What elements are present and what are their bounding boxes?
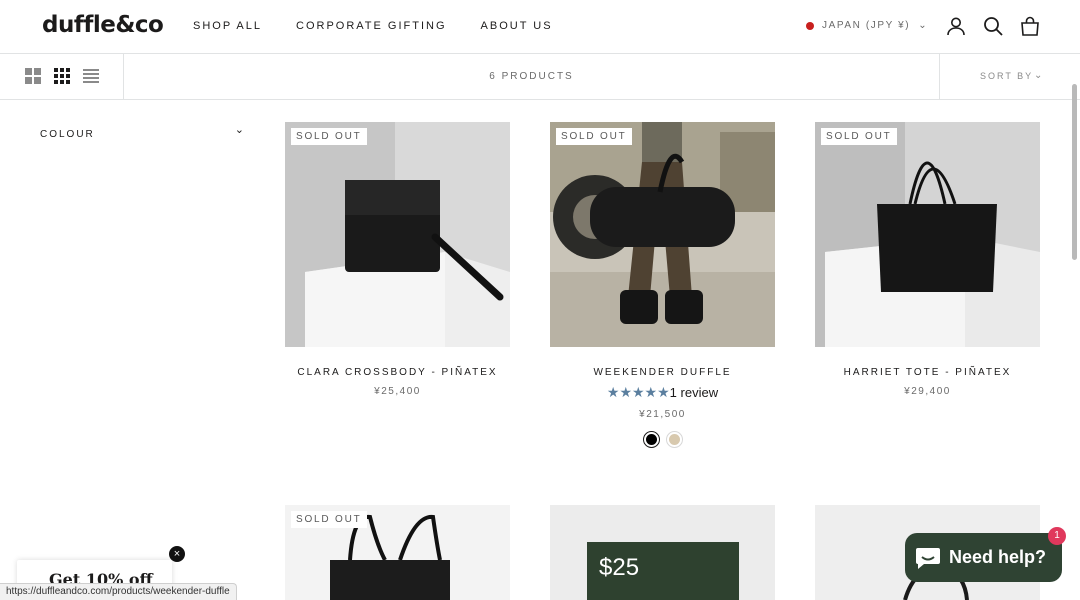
product-name[interactable]: WEEKENDER DUFFLE — [550, 367, 775, 378]
grid-large-icon[interactable] — [25, 68, 41, 84]
sold-out-badge: SOLD OUT — [291, 128, 367, 145]
chevron-down-icon: ⌄ — [1034, 70, 1043, 81]
search-icon[interactable] — [982, 15, 1004, 37]
notification-badge: 1 — [1048, 527, 1066, 545]
product-image[interactable]: $25 — [550, 505, 775, 600]
cart-icon[interactable] — [1019, 15, 1041, 37]
review-count: 1 review — [669, 385, 719, 400]
sort-label: SORT BY — [980, 71, 1034, 81]
star-icons: ★★★★★ — [606, 384, 670, 400]
sort-dropdown[interactable]: SORT BY ⌄ — [939, 54, 1080, 100]
product-image[interactable]: SOLD OUT — [285, 122, 510, 347]
product-name[interactable]: HARRIET TOTE - PIÑATEX — [815, 367, 1040, 378]
product-card[interactable]: SOLD OUT HARRIET TOTE - PIÑATEX ¥29,400 — [815, 122, 1040, 397]
site-logo[interactable]: duffle&co — [42, 12, 164, 38]
chat-help-button[interactable]: Need help? — [905, 533, 1062, 582]
product-card[interactable]: SOLD OUT CLARA CROSSBODY - PIÑATEX ¥25,4… — [285, 122, 510, 397]
status-bar-url: https://duffleandco.com/products/weekend… — [0, 583, 237, 600]
list-icon[interactable] — [83, 68, 99, 84]
product-card[interactable]: SOLD OUT WEEKENDER DUFFLE ★★★★★1 review … — [550, 122, 775, 448]
account-icon[interactable] — [945, 15, 967, 37]
view-switcher — [0, 54, 124, 100]
grid-small-icon[interactable] — [54, 68, 70, 84]
product-price: ¥21,500 — [639, 409, 686, 420]
colour-filter[interactable]: COLOUR ⌄ — [40, 124, 244, 142]
sold-out-badge: SOLD OUT — [821, 128, 897, 145]
gift-card-graphic: $25 — [587, 542, 739, 600]
swatch-sand[interactable] — [665, 431, 683, 448]
nav-shop-all[interactable]: SHOP ALL — [193, 20, 262, 32]
rating-stars[interactable]: ★★★★★1 review — [550, 384, 775, 401]
product-card[interactable]: $25 — [550, 505, 775, 600]
filter-label: COLOUR — [40, 129, 95, 140]
product-price: ¥29,400 — [904, 386, 951, 397]
product-photo — [550, 122, 775, 347]
colour-swatches — [550, 431, 775, 448]
locale-label: JAPAN (JPY ¥) — [822, 20, 911, 31]
close-icon[interactable]: × — [169, 546, 185, 562]
product-photo — [815, 122, 1040, 347]
swatch-fill — [668, 434, 680, 445]
site-header: duffle&co SHOP ALL CORPORATE GIFTING ABO… — [0, 0, 1080, 54]
flag-icon — [806, 21, 814, 30]
help-label: Need help? — [949, 547, 1047, 567]
product-image[interactable]: SOLD OUT — [285, 505, 510, 600]
product-image[interactable]: SOLD OUT — [550, 122, 775, 347]
gift-card-value: $25 — [599, 554, 640, 581]
locale-selector[interactable]: JAPAN (JPY ¥) ⌄ — [806, 20, 927, 31]
swatch-fill — [645, 434, 657, 445]
nav-about-us[interactable]: ABOUT US — [481, 20, 553, 32]
chat-bubble-icon — [916, 547, 940, 569]
sold-out-badge: SOLD OUT — [556, 128, 632, 145]
chevron-down-icon: ⌄ — [918, 20, 927, 31]
main-nav: SHOP ALL CORPORATE GIFTING ABOUT US — [193, 20, 553, 32]
product-card[interactable]: SOLD OUT — [285, 505, 510, 600]
product-name[interactable]: CLARA CROSSBODY - PIÑATEX — [285, 367, 510, 378]
product-price: ¥25,400 — [374, 386, 421, 397]
product-image[interactable]: SOLD OUT — [815, 122, 1040, 347]
page-scrollbar[interactable] — [1072, 84, 1077, 260]
product-count: 6 PRODUCTS — [489, 71, 574, 82]
sold-out-badge: SOLD OUT — [291, 511, 367, 528]
swatch-black[interactable] — [642, 431, 660, 448]
collection-toolbar: 6 PRODUCTS SORT BY ⌄ — [0, 54, 1080, 100]
product-photo — [285, 122, 510, 347]
nav-corporate-gifting[interactable]: CORPORATE GIFTING — [296, 20, 447, 32]
chevron-down-icon: ⌄ — [234, 124, 244, 136]
